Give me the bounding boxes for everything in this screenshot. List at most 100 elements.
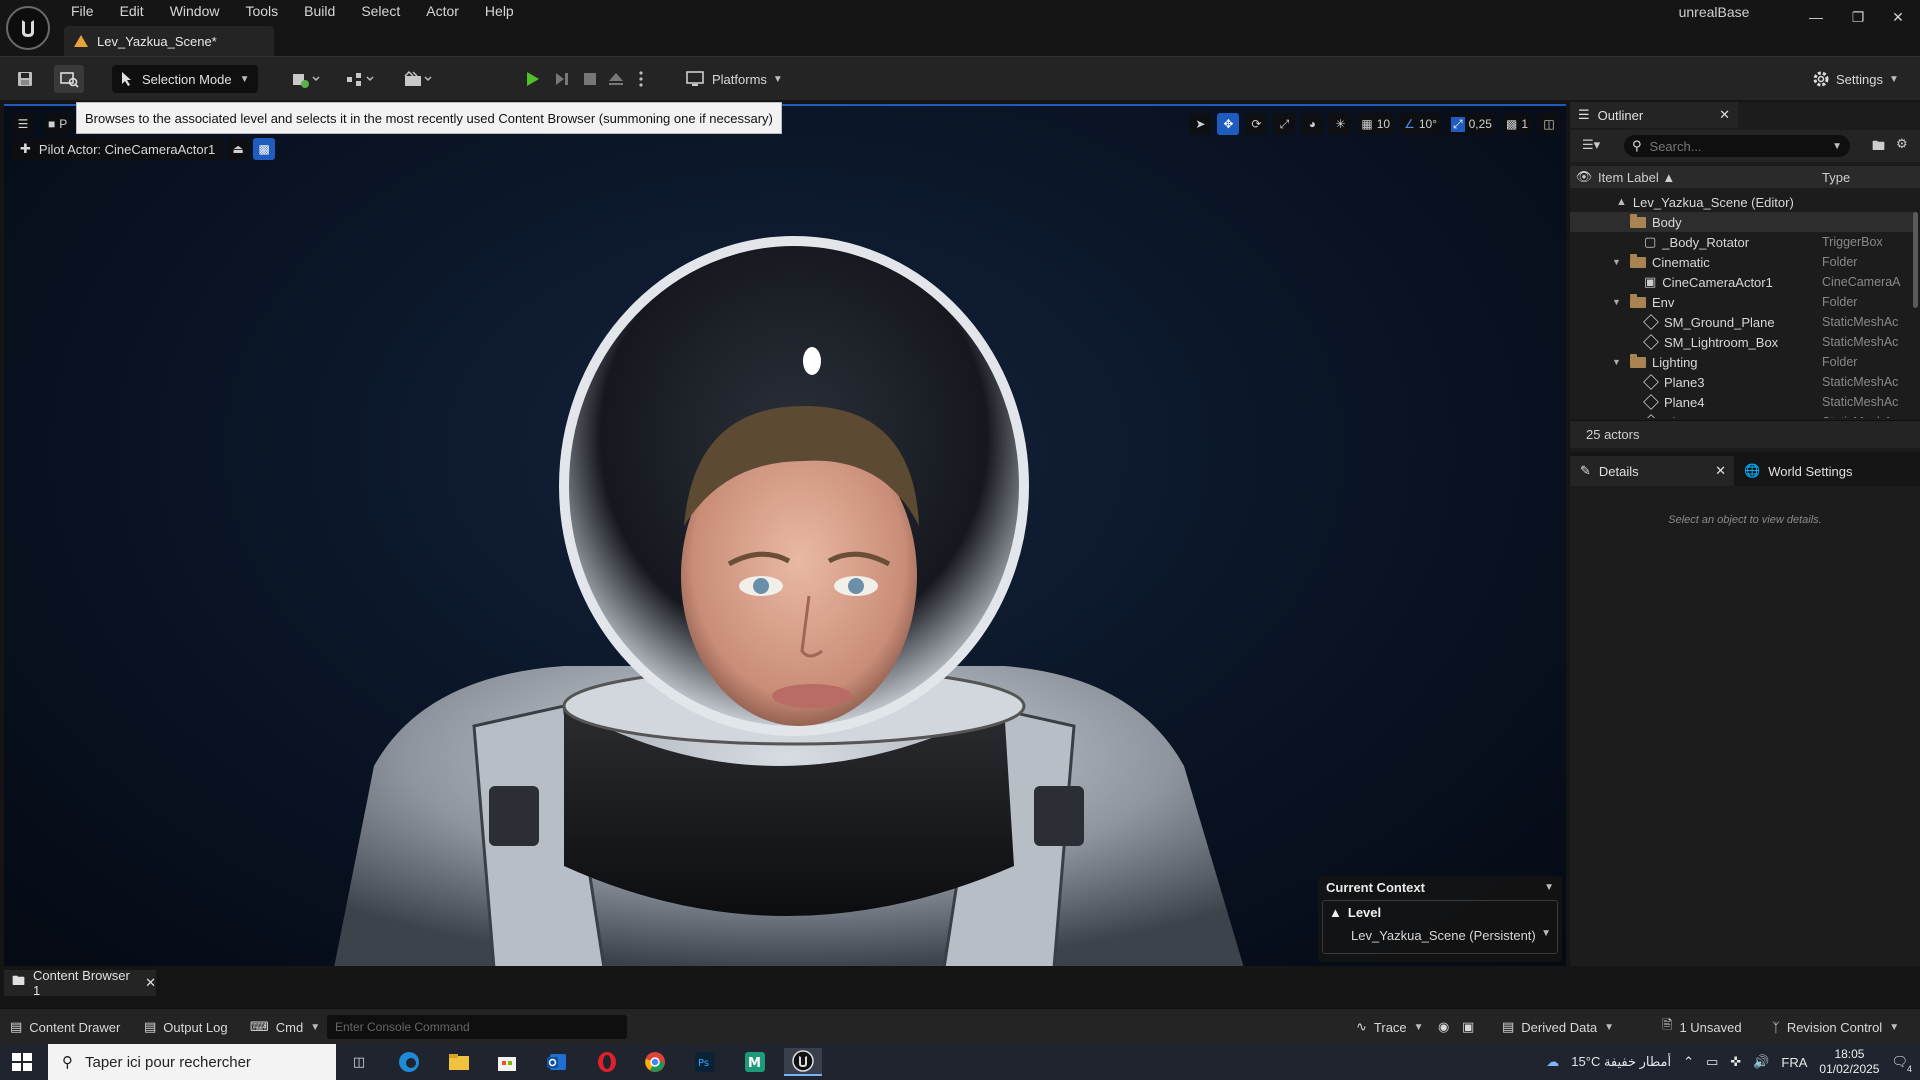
outliner-row[interactable]: ▢ _Body_Rotator TriggerBox [1570, 232, 1914, 252]
selection-mode-dropdown[interactable]: Selection Mode ▼ [112, 65, 258, 93]
unreal-logo-icon[interactable] [6, 6, 50, 50]
outlook-icon[interactable] [538, 1048, 576, 1076]
wifi-icon[interactable]: ✜ [1730, 1054, 1741, 1070]
close-icon[interactable]: ✕ [145, 975, 156, 991]
translate-tool-icon[interactable]: ✥ [1217, 113, 1240, 135]
outliner-row[interactable]: Plane4 StaticMeshAc [1570, 392, 1914, 412]
context-level-dropdown[interactable]: Lev_Yazkua_Scene (Persistent) ▼ [1351, 928, 1551, 943]
taskbar-search-input[interactable]: ⚲ Taper ici pour rechercher [48, 1044, 336, 1080]
world-space-icon[interactable]: ◕ [1301, 113, 1324, 135]
outliner-row[interactable]: ▲ Lev_Yazkua_Scene (Editor) [1570, 192, 1914, 212]
blueprint-icon[interactable] [340, 65, 380, 93]
platforms-button[interactable]: Platforms ▼ [686, 65, 783, 93]
unsaved-button[interactable]: 🖹 1 Unsaved [1662, 1017, 1742, 1037]
current-context-header[interactable]: Current Context ▼ [1318, 876, 1562, 898]
menu-help[interactable]: Help [472, 0, 527, 24]
surface-snap-icon[interactable]: ✳ [1329, 113, 1352, 135]
tab-details[interactable]: ✎ Details ✕ [1570, 456, 1734, 486]
menu-file[interactable]: File [58, 0, 107, 24]
viewport-menu-icon[interactable]: ☰ [12, 113, 34, 135]
eject-icon[interactable] [604, 65, 628, 93]
revision-control-dropdown[interactable]: ᛉ Revision Control ▼ [1772, 1017, 1899, 1037]
outliner-row[interactable]: Plane3 StaticMeshAc [1570, 372, 1914, 392]
outliner-row[interactable]: ▼ Env Folder [1570, 292, 1914, 312]
menu-window[interactable]: Window [157, 0, 233, 24]
menu-actor[interactable]: Actor [413, 0, 472, 24]
grid-snap-button[interactable]: ▦ 10 [1357, 113, 1395, 135]
scale-tool-icon[interactable]: ⤢ [1273, 113, 1296, 135]
select-tool-icon[interactable]: ➤ [1189, 113, 1212, 135]
stop-icon[interactable] [578, 65, 602, 93]
screenshot-icon[interactable]: ▣ [1462, 1017, 1474, 1037]
step-forward-icon[interactable] [550, 65, 574, 93]
expand-arrow-icon[interactable]: ▼ [1612, 297, 1624, 307]
cmd-dropdown[interactable]: ⌨ Cmd ▼ [250, 1017, 320, 1037]
minimize-icon[interactable]: — [1794, 0, 1838, 34]
outliner-row[interactable]: SM_Lightroom_Box StaticMeshAc [1570, 332, 1914, 352]
new-folder-icon[interactable]: 🖿 [1872, 137, 1885, 159]
chrome-icon[interactable] [636, 1048, 674, 1076]
output-log-button[interactable]: ▤ Output Log [144, 1017, 228, 1037]
console-input[interactable]: Enter Console Command [327, 1015, 627, 1039]
derived-data-dropdown[interactable]: ▤ Derived Data ▼ [1502, 1017, 1614, 1037]
outliner-search-input[interactable]: ⚲ Search... ▼ [1624, 135, 1850, 157]
outliner-row[interactable]: ▼ Cinematic Folder [1570, 252, 1914, 272]
tab-world-settings[interactable]: 🌐 World Settings [1734, 456, 1862, 486]
battery-icon[interactable]: ▭ [1706, 1054, 1718, 1070]
browse-level-icon[interactable] [54, 65, 84, 93]
record-icon[interactable]: ◉ [1438, 1017, 1449, 1037]
tab-level[interactable]: Lev_Yazkua_Scene* [64, 26, 274, 56]
trace-dropdown[interactable]: ∿ Trace ▼ [1356, 1017, 1424, 1037]
unreal-taskbar-icon[interactable] [784, 1048, 822, 1076]
menu-select[interactable]: Select [348, 0, 413, 24]
column-item-label[interactable]: Item Label ▲ [1598, 170, 1816, 185]
clock[interactable]: 18:05 01/02/2025 [1819, 1047, 1879, 1077]
expand-arrow-icon[interactable]: ▼ [1612, 357, 1624, 367]
play-icon[interactable] [520, 65, 544, 93]
outliner-row[interactable]: ▣ CineCameraActor1 CineCameraA [1570, 272, 1914, 292]
eject-pilot-icon[interactable]: ⏏ [227, 138, 250, 160]
content-drawer-button[interactable]: ▤ Content Drawer [10, 1017, 120, 1037]
add-actor-icon[interactable] [286, 65, 326, 93]
outliner-row[interactable]: ▼ Lighting Folder [1570, 352, 1914, 372]
opera-icon[interactable] [588, 1048, 626, 1076]
task-view-icon[interactable]: ◫ [340, 1048, 378, 1076]
close-icon[interactable]: ✕ [1719, 107, 1730, 123]
perspective-button[interactable]: ■ P [44, 113, 72, 135]
save-icon[interactable] [12, 65, 38, 93]
chevron-up-icon[interactable]: ⌃ [1683, 1054, 1694, 1070]
expand-arrow-icon[interactable]: ▼ [1612, 257, 1624, 267]
restore-icon[interactable]: ❐ [1836, 0, 1880, 34]
rotation-snap-button[interactable]: ∠ 10° [1400, 113, 1441, 135]
column-type[interactable]: Type [1816, 170, 1850, 185]
outliner-scrollbar[interactable] [1913, 212, 1918, 308]
volume-icon[interactable]: 🔊 [1753, 1054, 1769, 1070]
tab-outliner[interactable]: ☰ Outliner ✕ [1570, 102, 1738, 128]
rotate-tool-icon[interactable]: ⟳ [1245, 113, 1268, 135]
photoshop-icon[interactable]: Ps [686, 1048, 724, 1076]
store-icon[interactable] [488, 1048, 526, 1076]
gear-icon[interactable]: ⚙ [1896, 136, 1908, 152]
file-explorer-icon[interactable] [440, 1048, 478, 1076]
scale-snap-button[interactable]: ⤢ 0,25 [1447, 113, 1496, 135]
menu-edit[interactable]: Edit [107, 0, 157, 24]
close-icon[interactable]: ✕ [1715, 463, 1726, 479]
eye-icon[interactable]: 👁 [1570, 169, 1598, 185]
layout-icon[interactable]: ◫ [1538, 113, 1560, 135]
tab-content-browser[interactable]: 🖿 Content Browser 1 ✕ [4, 968, 156, 998]
level-viewport[interactable]: ☰ ■ P ➤ ✥ ⟳ ⤢ ◕ ✳ ▦ 10 ∠ 10° ⤢ 0,25 ▩ 1 … [4, 104, 1566, 966]
close-icon[interactable]: ✕ [1876, 0, 1920, 34]
cinematics-icon[interactable] [398, 65, 438, 93]
language-indicator[interactable]: FRA [1781, 1055, 1807, 1070]
play-options-icon[interactable] [634, 65, 648, 93]
menu-build[interactable]: Build [291, 0, 348, 24]
windows-start-icon[interactable] [8, 1050, 36, 1074]
filter-icon[interactable]: ☰▾ [1582, 137, 1600, 153]
settings-button[interactable]: Settings ▼ [1812, 65, 1899, 93]
menu-tools[interactable]: Tools [232, 0, 291, 24]
edge-icon[interactable] [390, 1048, 428, 1076]
camera-speed-button[interactable]: ▩ 1 [1501, 113, 1532, 135]
app-m-icon[interactable]: M [736, 1048, 774, 1076]
notification-icon[interactable]: 🗨 4 [1891, 1054, 1912, 1074]
weather-icon[interactable]: ☁ [1546, 1054, 1559, 1070]
